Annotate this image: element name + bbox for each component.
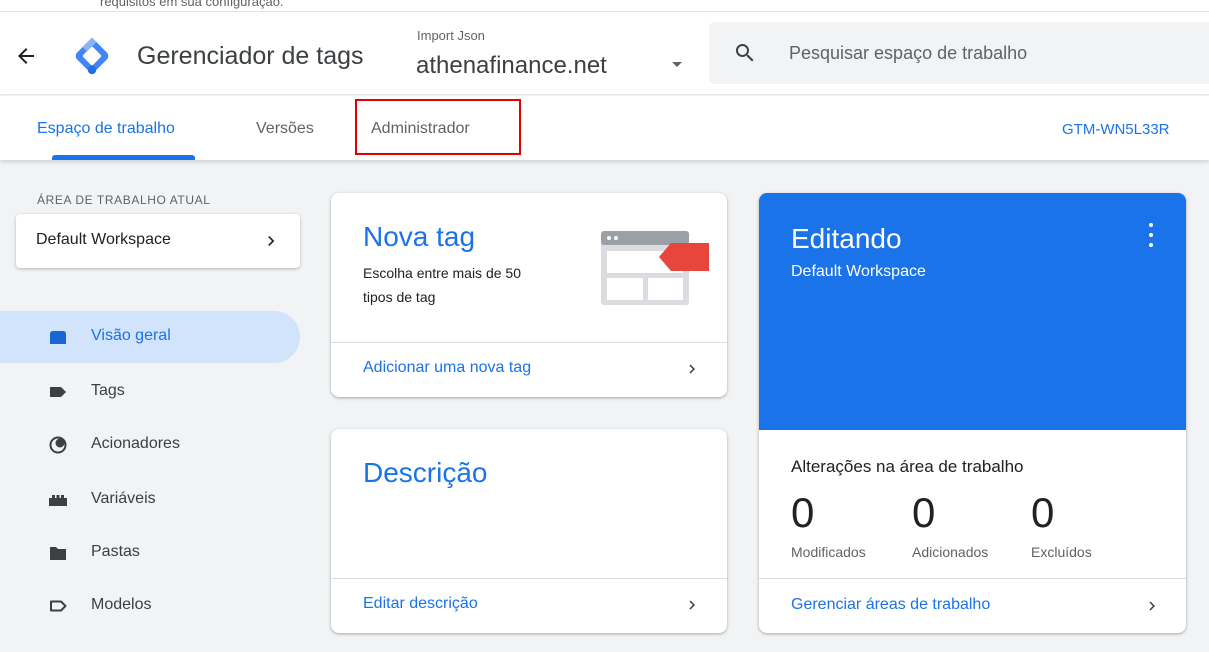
editing-workspace-card: Editando Default Workspace Alterações na… [759,193,1186,633]
more-options-icon[interactable] [1147,223,1155,247]
sidebar-item-triggers[interactable]: Acionadores [0,419,300,471]
description-card: Descrição Editar descrição [331,429,727,633]
variables-icon [49,495,67,506]
search-input[interactable] [789,36,1189,70]
sidebar-item-overview[interactable]: Visão geral [0,311,300,363]
add-new-tag-link[interactable]: Adicionar uma nova tag [363,359,531,377]
stat-added-count: 0 [912,489,936,536]
sidebar-item-label: Modelos [91,596,152,613]
top-strip: requisitos em sua configuração. [0,0,1209,12]
sidebar-item-label: Pastas [91,543,140,560]
tab-bar: Espaço de trabalho Versões Administrador… [0,96,1209,160]
container-subtitle: Import Json [417,28,485,43]
edit-description-link[interactable]: Editar descrição [363,595,478,613]
stat-modified-label: Modificados [791,544,866,560]
card-divider [331,578,727,579]
sidebar-item-label: Visão geral [91,327,171,344]
stat-added-label: Adicionados [912,544,989,560]
editing-title: Editando [791,223,902,254]
app-title: Gerenciador de tags [137,42,364,70]
sidebar-item-variables[interactable]: Variáveis [0,474,300,526]
container-dropdown-icon[interactable] [672,62,682,67]
trigger-icon [49,436,67,454]
stat-modified-count: 0 [791,489,815,536]
card-divider [331,342,727,343]
description-title: Descrição [363,457,488,488]
new-tag-title: Nova tag [363,221,476,252]
template-icon [50,600,67,612]
admin-tab-highlight-box [355,99,521,155]
tag-illustration-icon [601,231,709,305]
back-arrow-icon[interactable] [14,44,38,68]
top-strip-text: requisitos em sua configuração. [100,0,284,9]
sidebar-item-label: Variáveis [91,490,156,507]
active-tab-indicator [52,155,195,160]
overview-icon [50,331,66,344]
tab-versions[interactable]: Versões [256,120,314,138]
workspace-changes-label: Alterações na área de trabalho [791,457,1024,476]
new-tag-description: Escolha entre mais de 50 tipos de tag [363,265,521,305]
tab-workspace[interactable]: Espaço de trabalho [37,120,175,138]
folder-icon [50,547,66,560]
top-app-bar: requisitos em sua configuração. Gerencia… [0,0,1209,95]
manage-workspaces-link[interactable]: Gerenciar áreas de trabalho [791,596,990,614]
card-divider [759,578,1186,579]
container-id[interactable]: GTM-WN5L33R [1062,121,1170,138]
current-workspace-label: ÁREA DE TRABALHO ATUAL [37,193,211,207]
sidebar-item-templates[interactable]: Modelos [0,580,300,632]
workspace-selector[interactable]: Default Workspace [16,214,300,268]
search-icon [736,44,754,62]
new-tag-card: Nova tag Escolha entre mais de 50 tipos … [331,193,727,397]
workspace-name: Default Workspace [36,231,171,248]
stat-deleted-label: Excluídos [1031,544,1092,560]
tag-icon [50,387,66,397]
chevron-right-icon [268,236,275,246]
stat-deleted-count: 0 [1031,489,1055,536]
workspace-search-box[interactable] [709,22,1209,84]
container-selector[interactable]: athenafinance.net [416,52,607,80]
sidebar-item-folders[interactable]: Pastas [0,527,300,579]
chevron-right-icon[interactable] [683,360,701,378]
chevron-right-icon[interactable] [1143,597,1161,615]
editing-workspace-name: Default Workspace [791,263,926,280]
sidebar-item-tags[interactable]: Tags [0,366,300,418]
chevron-right-icon[interactable] [683,596,701,614]
tag-manager-logo-icon [75,37,109,75]
sidebar-item-label: Acionadores [91,435,180,452]
sidebar-item-label: Tags [91,382,125,399]
